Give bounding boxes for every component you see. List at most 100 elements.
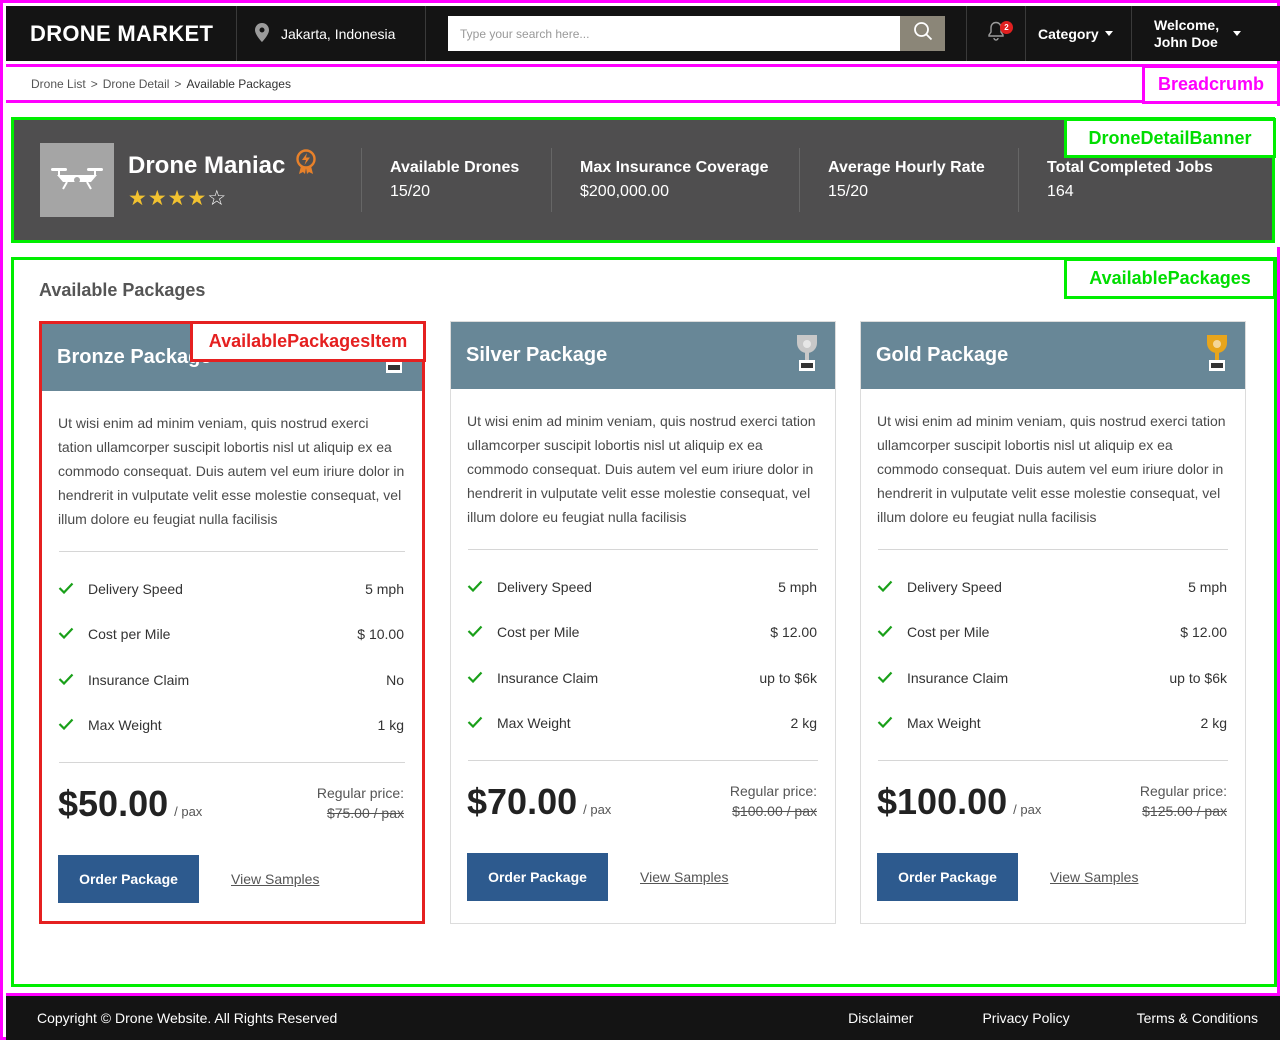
feature-row: Insurance Claim up to $6k	[877, 655, 1227, 701]
rating-stars: ★★★★☆	[128, 186, 361, 211]
drone-icon	[49, 165, 105, 196]
price-row: $70.00 / pax Regular price: $100.00 / pax	[451, 761, 835, 853]
price-row: $50.00 / pax Regular price: $75.00 / pax	[42, 763, 422, 855]
package-card-gold: Gold Package Ut wisi enim ad minim veniam…	[860, 321, 1246, 924]
feature-name: Insurance Claim	[907, 669, 1009, 686]
order-package-button[interactable]: Order Package	[877, 853, 1018, 901]
annotation-available-packages: AvailablePackages	[1064, 258, 1276, 299]
check-icon	[467, 670, 497, 686]
feature-value: up to $6k	[759, 669, 817, 686]
category-dropdown[interactable]: Category	[1026, 6, 1132, 61]
notifications-button[interactable]: 2	[967, 6, 1026, 61]
feature-value: 5 mph	[1188, 578, 1227, 595]
stat-average-hourly-rate: Average Hourly Rate 15/20	[799, 148, 1018, 212]
check-icon	[58, 626, 88, 642]
breadcrumb-drone-detail[interactable]: Drone Detail	[103, 77, 170, 91]
search-icon	[913, 21, 933, 46]
feature-value: 1 kg	[377, 717, 404, 734]
feature-name: Delivery Speed	[88, 580, 183, 597]
breadcrumb-separator: >	[90, 76, 98, 91]
stat-value: 164	[1047, 183, 1074, 200]
feature-row: Cost per Mile $ 12.00	[877, 610, 1227, 656]
footer-link-disclaimer[interactable]: Disclaimer	[848, 1010, 913, 1026]
drone-name: Drone Maniac	[128, 151, 286, 179]
check-icon	[877, 579, 907, 595]
order-package-button[interactable]: Order Package	[467, 853, 608, 901]
site-logo[interactable]: DRONE MARKET	[6, 6, 237, 61]
breadcrumb-drone-list[interactable]: Drone List	[31, 77, 86, 91]
price-value: $50.00	[58, 783, 169, 824]
feature-row: Delivery Speed 5 mph	[467, 564, 817, 610]
package-name: Gold Package	[876, 344, 1009, 366]
stat-label: Average Hourly Rate	[828, 159, 985, 176]
price-unit: / pax	[1013, 802, 1042, 817]
annotation-breadcrumb: Breadcrumb	[1142, 65, 1280, 104]
feature-list: Delivery Speed 5 mph Cost per Mile $ 12.00 I…	[861, 550, 1245, 760]
package-price: $100.00 / pax	[877, 781, 1041, 853]
top-navbar: DRONE MARKET Jakarta, Indonesia 2 Catego…	[6, 6, 1280, 61]
feature-value: 2 kg	[790, 715, 817, 732]
stat-value: 15/20	[390, 183, 431, 200]
annotation-available-packages-item: AvailablePackagesItem	[190, 321, 426, 362]
feature-value: $ 12.00	[1180, 624, 1227, 641]
stat-max-insurance: Max Insurance Coverage $200,000.00	[551, 148, 799, 212]
breadcrumb: Drone List > Drone Detail > Available Pa…	[6, 77, 291, 91]
package-price: $50.00 / pax	[58, 783, 202, 855]
feature-value: $ 12.00	[770, 624, 817, 641]
stat-label: Available Drones	[390, 159, 520, 176]
view-samples-link[interactable]: View Samples	[231, 871, 319, 887]
category-label: Category	[1038, 25, 1099, 42]
feature-row: Insurance Claim No	[58, 657, 404, 703]
feature-value: 5 mph	[778, 578, 817, 595]
star-empty-icon: ☆	[207, 187, 228, 210]
stat-available-drones: Available Drones 15/20	[361, 148, 551, 212]
feature-value: 5 mph	[365, 580, 404, 597]
regular-price: Regular price: $125.00 / pax	[1140, 781, 1227, 853]
trophy-icon	[1204, 333, 1230, 379]
regular-price-label: Regular price:	[729, 783, 817, 799]
feature-row: Delivery Speed 5 mph	[58, 566, 404, 612]
user-menu[interactable]: Welcome, John Doe	[1132, 6, 1242, 61]
check-icon	[467, 579, 497, 595]
feature-value: 2 kg	[1200, 715, 1227, 732]
feature-name: Delivery Speed	[907, 578, 1002, 595]
package-card-bronze: Bronze Package Ut wisi enim ad minim veni…	[39, 321, 425, 924]
map-pin-icon	[255, 22, 281, 45]
package-description: Ut wisi enim ad minim veniam, quis nostr…	[877, 413, 1226, 525]
drone-avatar	[40, 143, 114, 217]
footer-link-terms[interactable]: Terms & Conditions	[1137, 1010, 1258, 1026]
feature-value: $ 10.00	[357, 626, 404, 643]
chevron-down-icon	[1233, 31, 1242, 36]
footer-links: Disclaimer Privacy Policy Terms & Condit…	[848, 1010, 1280, 1026]
location-selector[interactable]: Jakarta, Indonesia	[237, 6, 426, 61]
chevron-down-icon	[1104, 31, 1113, 36]
drone-name-row: Drone Maniac	[128, 149, 361, 182]
stat-value: 15/20	[828, 183, 869, 200]
feature-row: Delivery Speed 5 mph	[877, 564, 1227, 610]
check-icon	[467, 624, 497, 640]
feature-name: Max Weight	[497, 715, 571, 732]
regular-price: Regular price: $75.00 / pax	[317, 783, 404, 855]
search-button[interactable]	[900, 16, 945, 51]
feature-row: Max Weight 2 kg	[877, 701, 1227, 747]
user-name: John Doe	[1154, 33, 1218, 50]
view-samples-link[interactable]: View Samples	[640, 869, 728, 885]
check-icon	[877, 624, 907, 640]
search-input[interactable]	[448, 16, 900, 51]
star-filled-icon: ★	[187, 187, 208, 210]
package-actions: Order Package View Samples	[861, 853, 1245, 901]
feature-row: Insurance Claim up to $6k	[467, 655, 817, 701]
order-package-button[interactable]: Order Package	[58, 855, 199, 903]
check-icon	[877, 670, 907, 686]
footer: Copyright © Drone Website. All Rights Re…	[6, 993, 1280, 1040]
star-filled-icon: ★	[167, 187, 188, 210]
view-samples-link[interactable]: View Samples	[1050, 869, 1138, 885]
notification-count-badge: 2	[1000, 21, 1013, 34]
feature-name: Max Weight	[88, 717, 162, 734]
footer-link-privacy-policy[interactable]: Privacy Policy	[982, 1010, 1069, 1026]
stat-value: $200,000.00	[580, 183, 669, 200]
package-actions: Order Package View Samples	[42, 855, 422, 903]
available-packages-section: Available Packages Bronze Package Ut wisi…	[11, 257, 1277, 987]
price-value: $70.00	[467, 781, 578, 822]
feature-list: Delivery Speed 5 mph Cost per Mile $ 12.00 I…	[451, 550, 835, 760]
